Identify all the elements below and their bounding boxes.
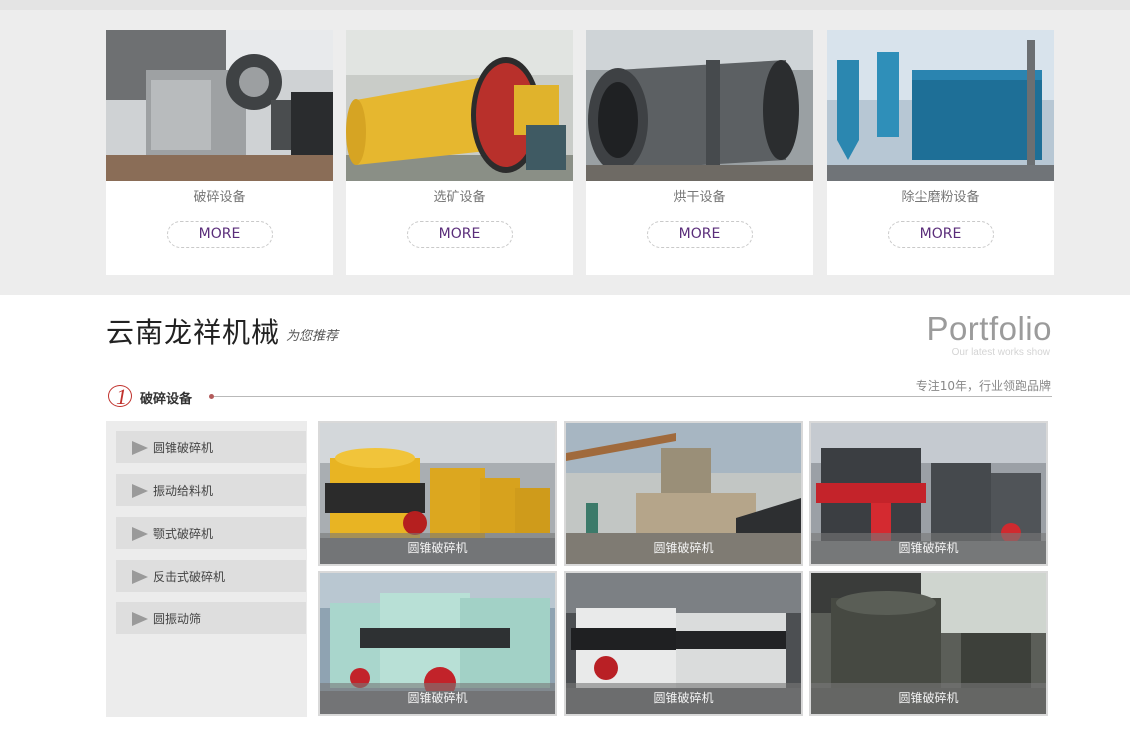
product-caption: 圆锥破碎机	[566, 683, 801, 714]
product-card[interactable]: 圆锥破碎机	[564, 421, 803, 566]
sidebar-item-vibrating-screen[interactable]: 圆振动筛	[116, 602, 306, 634]
product-card[interactable]: 圆锥破碎机	[809, 571, 1048, 716]
sidebar-item-label: 反击式破碎机	[153, 570, 226, 584]
category-card-mineral-processing[interactable]: 选矿设备 MORE	[346, 30, 573, 275]
category-card-crushing[interactable]: 破碎设备 MORE	[106, 30, 333, 275]
portfolio-heading: Portfolio	[926, 310, 1052, 347]
sidebar-item-label: 圆锥破碎机	[153, 441, 214, 455]
sidebar-item-label: 颚式破碎机	[153, 527, 214, 541]
category-card-dust-milling[interactable]: 除尘磨粉设备 MORE	[827, 30, 1054, 275]
category-title: 烘干设备	[673, 190, 726, 205]
arrow-right-icon	[132, 484, 148, 498]
product-caption: 圆锥破碎机	[811, 683, 1046, 714]
product-caption: 圆锥破碎机	[811, 533, 1046, 564]
arrow-right-icon	[132, 441, 148, 455]
sidebar-item-impact-crusher[interactable]: 反击式破碎机	[116, 560, 306, 592]
product-caption: 圆锥破碎机	[566, 533, 801, 564]
dust-collector-image[interactable]	[827, 30, 1054, 181]
ball-mill-image[interactable]	[346, 30, 573, 181]
product-card[interactable]: 圆锥破碎机	[564, 571, 803, 716]
section-subtitle: 为您推荐	[286, 329, 339, 344]
arrow-right-icon	[132, 570, 148, 584]
sidebar-item-label: 圆振动筛	[153, 612, 202, 626]
product-sidebar: 圆锥破碎机 振动给料机 颚式破碎机 反击式破碎机 圆振动筛	[106, 421, 307, 717]
sidebar-item-label: 振动给料机	[153, 484, 214, 498]
more-button[interactable]: MORE	[646, 221, 753, 248]
rotary-dryer-image[interactable]	[586, 30, 813, 181]
section-title: 云南龙祥机械	[106, 316, 281, 349]
product-caption: 圆锥破碎机	[320, 533, 555, 564]
tab-crushing-equipment[interactable]: 破碎设备	[140, 388, 192, 407]
top-strip	[0, 0, 1130, 10]
more-button[interactable]: MORE	[166, 221, 273, 248]
product-card[interactable]: 圆锥破碎机	[318, 571, 557, 716]
tab-number: 1	[116, 384, 127, 409]
product-card[interactable]: 圆锥破碎机	[809, 421, 1048, 566]
product-card[interactable]: 圆锥破碎机	[318, 421, 557, 566]
slogan: 专注10年，行业领跑品牌	[915, 379, 1051, 393]
category-title: 除尘磨粉设备	[901, 190, 980, 205]
sidebar-item-vibrating-feeder[interactable]: 振动给料机	[116, 474, 306, 506]
arrow-right-icon	[132, 527, 148, 541]
product-caption: 圆锥破碎机	[320, 683, 555, 714]
sidebar-item-cone-crusher[interactable]: 圆锥破碎机	[116, 431, 306, 463]
more-button[interactable]: MORE	[406, 221, 513, 248]
more-button[interactable]: MORE	[887, 221, 994, 248]
category-title: 选矿设备	[433, 190, 486, 205]
category-card-drying[interactable]: 烘干设备 MORE	[586, 30, 813, 275]
jaw-crusher-image[interactable]	[106, 30, 333, 181]
arrow-right-icon	[132, 612, 148, 626]
category-title: 破碎设备	[193, 190, 246, 205]
portfolio-subheading: Our latest works show	[951, 347, 1050, 358]
sidebar-item-jaw-crusher[interactable]: 颚式破碎机	[116, 517, 306, 549]
tab-divider	[214, 396, 1052, 397]
